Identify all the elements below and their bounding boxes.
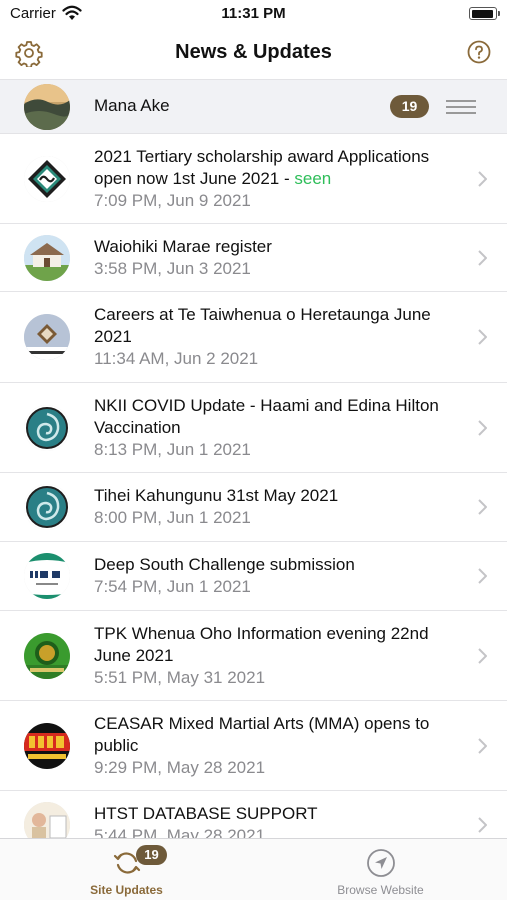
chevron-right-icon [478, 648, 487, 664]
tab-bar: 19 Site Updates Browse Website [0, 838, 507, 900]
news-timestamp: 3:58 PM, Jun 3 2021 [94, 259, 251, 278]
news-timestamp: 9:29 PM, May 28 2021 [94, 758, 266, 777]
news-item[interactable]: HTST DATABASE SUPPORT 5:44 PM, May 28 20… [0, 791, 507, 838]
chevron-right-icon [478, 329, 487, 345]
news-item[interactable]: TPK Whenua Oho Information evening 22nd … [0, 611, 507, 701]
site-avatar [24, 84, 70, 130]
chevron-right-icon [478, 568, 487, 584]
news-item[interactable]: Careers at Te Taiwhenua o Heretaunga Jun… [0, 292, 507, 383]
news-thumbnail [24, 156, 70, 202]
news-list[interactable]: 2021 Tertiary scholarship award Applicat… [0, 134, 507, 838]
news-thumbnail [24, 314, 70, 360]
news-timestamp: 11:34 AM, Jun 2 2021 [94, 349, 259, 368]
news-title: CEASAR Mixed Martial Arts (MMA) opens to… [94, 714, 430, 755]
news-item[interactable]: Tihei Kahungunu 31st May 2021 8:00 PM, J… [0, 473, 507, 542]
status-bar: Carrier 11:31 PM [0, 0, 507, 30]
chevron-right-icon [478, 499, 487, 515]
news-thumbnail [24, 235, 70, 281]
news-item[interactable]: CEASAR Mixed Martial Arts (MMA) opens to… [0, 701, 507, 791]
news-title: Careers at Te Taiwhenua o Heretaunga Jun… [94, 305, 431, 346]
news-timestamp: 8:13 PM, Jun 1 2021 [94, 440, 251, 459]
chevron-right-icon [478, 817, 487, 833]
news-thumbnail [24, 484, 70, 530]
news-timestamp: 8:00 PM, Jun 1 2021 [94, 508, 251, 527]
news-timestamp: 5:51 PM, May 31 2021 [94, 668, 266, 687]
news-timestamp: 5:44 PM, May 28 2021 [94, 826, 266, 838]
nav-bar: News & Updates [0, 30, 507, 78]
tab-label: Browse Website [337, 883, 424, 897]
navigation-arrow-icon [367, 849, 395, 877]
news-item[interactable]: NKII COVID Update - Haami and Edina Hilt… [0, 383, 507, 473]
news-title: Waiohiki Marae register [94, 237, 272, 256]
tab-label: Site Updates [90, 883, 163, 897]
tab-site-updates[interactable]: 19 Site Updates [0, 839, 253, 900]
news-timestamp: 7:09 PM, Jun 9 2021 [94, 191, 251, 210]
featured-site-name: Mana Ake [94, 96, 170, 115]
news-thumbnail [24, 553, 70, 599]
battery-icon [469, 7, 500, 20]
news-thumbnail [24, 723, 70, 769]
unread-count-badge: 19 [390, 95, 429, 118]
news-title: NKII COVID Update - Haami and Edina Hilt… [94, 396, 439, 437]
news-thumbnail [24, 802, 70, 838]
updates-count-badge: 19 [136, 845, 167, 865]
news-title: 2021 Tertiary scholarship award Applicat… [94, 147, 430, 188]
news-title: HTST DATABASE SUPPORT [94, 804, 318, 823]
news-title: Deep South Challenge submission [94, 555, 355, 574]
news-thumbnail [24, 405, 70, 451]
status-time: 11:31 PM [221, 5, 286, 22]
featured-site-row[interactable]: Mana Ake 19 [0, 79, 507, 134]
news-item[interactable]: Waiohiki Marae register 3:58 PM, Jun 3 2… [0, 224, 507, 292]
news-timestamp: 7:54 PM, Jun 1 2021 [94, 577, 251, 596]
help-icon[interactable] [467, 40, 491, 64]
page-title: News & Updates [175, 41, 332, 63]
news-title: Tihei Kahungunu 31st May 2021 [94, 486, 339, 505]
seen-label: seen [294, 169, 332, 188]
chevron-right-icon [478, 250, 487, 266]
news-item[interactable]: Deep South Challenge submission 7:54 PM,… [0, 542, 507, 611]
hamburger-menu-icon[interactable] [446, 98, 476, 116]
chevron-right-icon [478, 420, 487, 436]
tab-browse-website[interactable]: Browse Website [254, 839, 507, 900]
chevron-right-icon [478, 171, 487, 187]
chevron-right-icon [478, 738, 487, 754]
news-title: TPK Whenua Oho Information evening 22nd … [94, 624, 429, 665]
news-thumbnail [24, 633, 70, 679]
news-item[interactable]: 2021 Tertiary scholarship award Applicat… [0, 134, 507, 224]
